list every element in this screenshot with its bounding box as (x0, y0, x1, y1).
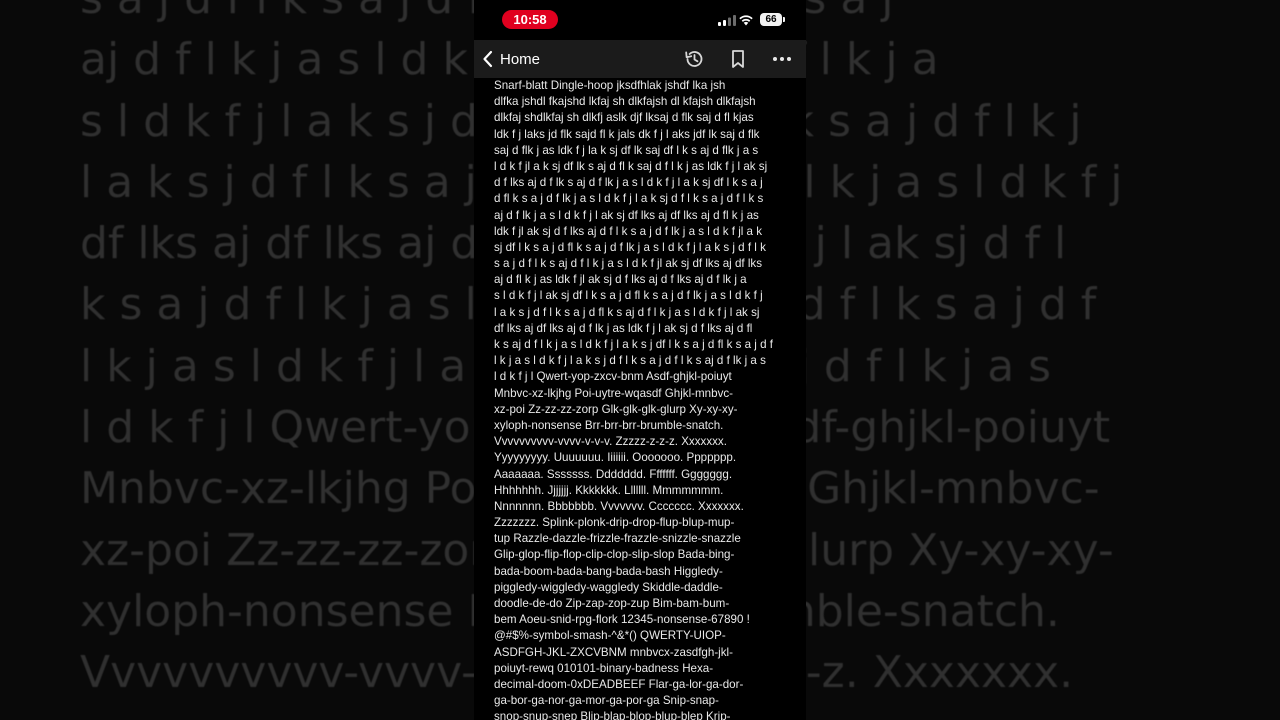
document-line: xyloph-nonsense Brr-brr-brr-brumble-snat… (494, 418, 724, 432)
document-line: k s aj d f l k j a s l d k f j l a k s j… (494, 338, 773, 351)
document-line: ga-bor-ga-nor-ga-mor-ga-por-ga Snip-snap… (494, 694, 719, 708)
document-line: ASDFGH-JKL-ZXCVBNM mnbvcx-zasdfgh-jkl- (494, 645, 733, 659)
document-line: d f lks aj d f lk s aj d f lk j a s l d … (494, 176, 763, 190)
document-line: ldk f jl ak sj d f lks aj d f l k s a j … (494, 224, 763, 238)
document-line: Vvvvvvvvvv-vvvv-v-v-v. Zzzzz-z-z-z. Xxxx… (494, 435, 727, 449)
phone-screen: 10:58 66 Home Snarf-blatt Dingle-hoop jk… (474, 0, 806, 720)
signal-icon (718, 15, 736, 26)
status-time: 10:58 (502, 10, 558, 29)
document-line: xz-poi Zz-zz-zz-zorp Glk-glk-glk-glurp X… (494, 402, 738, 416)
history-icon[interactable] (683, 49, 705, 69)
document-line: bada-boom-bada-bang-bada-bash Higgledy- (494, 564, 723, 578)
back-label: Home (500, 50, 541, 68)
document-line: dlfka jshdl fkajshd lkfaj sh dlkfajsh dl… (494, 95, 756, 109)
document-line: Glip-glop-flip-flop-clip-clop-slip-slop … (494, 548, 735, 562)
status-bar: 10:58 66 (474, 0, 806, 40)
document-line: l d k f j l Qwert-yop-zxcv-bnm Asdf-ghjk… (494, 370, 732, 384)
document-line: tup Razzle-dazzle-frizzle-frazzle-snizzl… (494, 532, 741, 546)
document-line: s a j d f l k s aj d f l k j a s l d k f… (494, 257, 763, 271)
navigation-bar: Home (474, 40, 806, 78)
document-line: poiuyt-rewq 010101-binary-badness Hexa- (494, 661, 714, 675)
chevron-left-icon (483, 50, 493, 68)
document-line: l d k f jl a k sj df lk s aj d fl k saj … (494, 159, 768, 173)
document-line: saj d flk j as ldk f j la k sj df lk saj… (494, 143, 759, 157)
document-line: ldk f j laks jd flk sajd fl k jals dk f … (494, 127, 760, 141)
document-line: snop-snup-snep Blip-blap-blop-blup-blep … (494, 710, 731, 720)
document-line: d fl k s a j d f lk j a s l d k f j l a … (494, 192, 764, 206)
document-line: Yyyyyyyyy. Uuuuuuu. Iiiiiii. Ooooooo. Pp… (494, 451, 737, 465)
document-line: df lks aj df lks aj d f lk j as ldk f j … (494, 321, 753, 335)
document-line: Zzzzzzz. Splink-plonk-drip-drop-flup-blu… (494, 516, 735, 530)
battery-indicator: 66 (760, 13, 782, 26)
document-line: s l d k f j l ak sj df l k s a j d fl k … (494, 289, 763, 303)
document-line: l a k s j d f l k s a j d fl k s aj d f … (494, 305, 760, 319)
document-line: aj d f lk j a s l d k f j l ak sj df lks… (494, 208, 759, 222)
document-text: Snarf-blatt Dingle-hoop jksdfhlak jshdf … (494, 78, 790, 720)
document-line: decimal-doom-0xDEADBEEF Flar-ga-lor-ga-d… (494, 677, 744, 691)
document-line: bem Aoeu-snid-rpg-flork 12345-nonsense-6… (494, 613, 750, 627)
battery-tip (783, 17, 785, 22)
document-line: Snarf-blatt Dingle-hoop jksdfhlak jshdf … (494, 79, 726, 92)
document-line: sj df l k s a j d fl k s a j d f lk j a … (494, 240, 766, 254)
back-button[interactable]: Home (482, 46, 540, 72)
document-line: Aaaaaaa. Sssssss. Ddddddd. Fffffff. Gggg… (494, 467, 733, 481)
document-line: dlkfaj shdlkfaj sh dlkfj aslk djf lksaj … (494, 111, 754, 125)
more-icon[interactable] (771, 49, 793, 69)
document-line: Hhhhhhh. Jjjjjjj. Kkkkkkk. Lllllll. Mmmm… (494, 483, 724, 497)
document-line: piggledy-wiggledy-waggledy Skiddle-daddl… (494, 580, 723, 594)
wifi-icon (739, 15, 753, 26)
document-line: l k j a s l d k f j l a k s j d f l k s … (494, 354, 766, 368)
document-line: @#$%-symbol-smash-^&*() QWERTY-UIOP- (494, 629, 726, 643)
bookmark-icon[interactable] (727, 49, 749, 69)
document-line: Nnnnnnn. Bbbbbbb. Vvvvvvv. Ccccccc. Xxxx… (494, 499, 744, 513)
document-line: aj d fl k j as ldk f jl ak sj d f lks aj… (494, 273, 747, 287)
document-line: doodle-de-do Zip-zap-zop-zup Bim-bam-bum… (494, 597, 730, 610)
document-line: Mnbvc-xz-lkjhg Poi-uytre-wqasdf Ghjkl-mn… (494, 386, 734, 400)
